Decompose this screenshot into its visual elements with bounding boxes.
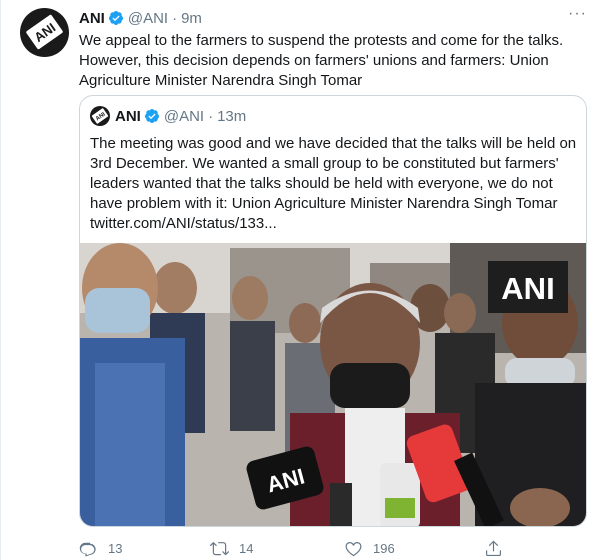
- timeline-divider: [0, 0, 1, 560]
- separator-dot: ·: [208, 107, 214, 125]
- reply-button[interactable]: 13: [79, 538, 122, 558]
- author-handle[interactable]: @ANI: [128, 10, 168, 27]
- share-icon: [486, 540, 501, 556]
- quoted-avatar: ANI: [90, 106, 110, 126]
- verified-badge-icon: [108, 11, 123, 25]
- author-name[interactable]: ANI: [79, 10, 105, 27]
- tweet-actions: 13 14 196: [79, 538, 589, 558]
- reply-count: 13: [108, 540, 123, 556]
- more-options-icon[interactable]: ···: [568, 6, 586, 26]
- like-count: 196: [373, 540, 395, 556]
- tweet[interactable]: ANI ANI @ANI · 9m ··· We appeal to the f…: [0, 0, 596, 560]
- separator-dot: ·: [172, 9, 178, 27]
- tweet-header: ANI @ANI · 9m: [79, 8, 202, 28]
- share-button[interactable]: [484, 538, 513, 558]
- avatar[interactable]: ANI: [20, 8, 69, 57]
- ani-logo-icon: ANI: [91, 108, 109, 124]
- press-photo[interactable]: ANI ANI: [80, 243, 586, 527]
- ani-watermark: ANI: [501, 271, 554, 306]
- quoted-tweet-header: ANI ANI @ANI · 13m: [90, 106, 246, 126]
- quoted-author-handle: @ANI: [163, 107, 205, 125]
- like-button[interactable]: 196: [344, 538, 395, 558]
- quoted-author-name: ANI: [115, 107, 141, 125]
- retweet-icon: [210, 541, 229, 555]
- timestamp[interactable]: 9m: [181, 10, 202, 27]
- retweet-count: 14: [239, 540, 254, 556]
- quoted-tweet-text: The meeting was good and we have decided…: [90, 135, 577, 232]
- ani-logo-icon: ANI: [26, 14, 63, 50]
- retweet-button[interactable]: 14: [210, 538, 253, 558]
- reply-icon: [79, 542, 96, 556]
- quoted-tweet[interactable]: ANI ANI @ANI · 13m The meeting was good …: [79, 95, 587, 527]
- like-icon: [345, 541, 362, 556]
- quoted-timestamp: 13m: [217, 107, 247, 125]
- verified-badge-icon: [144, 109, 159, 123]
- tweet-text: We appeal to the farmers to suspend the …: [79, 32, 564, 89]
